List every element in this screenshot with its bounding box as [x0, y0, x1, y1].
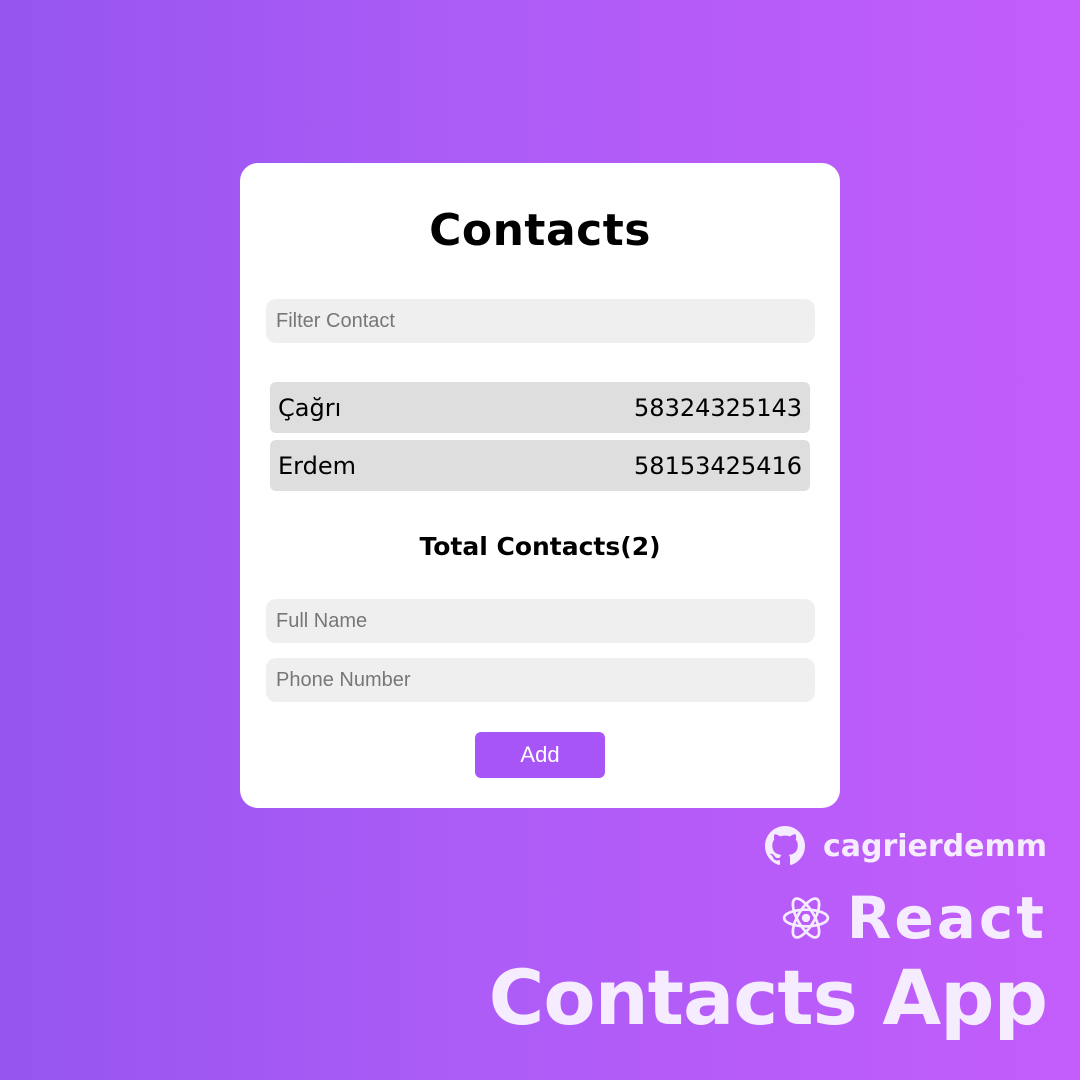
- contact-name: Erdem: [278, 451, 356, 480]
- filter-contact-input[interactable]: [266, 299, 815, 343]
- phone-number-input[interactable]: [266, 658, 815, 702]
- contact-row[interactable]: Erdem 58153425416: [270, 440, 810, 491]
- contact-row[interactable]: Çağrı 58324325143: [270, 382, 810, 433]
- page-title: Contacts: [429, 205, 651, 256]
- full-name-input[interactable]: [266, 599, 815, 643]
- framework-credit: React: [781, 884, 1047, 952]
- contact-name: Çağrı: [278, 393, 342, 422]
- total-contacts-label: Total Contacts(2): [419, 532, 661, 561]
- framework-name: React: [846, 884, 1047, 952]
- project-title: Contacts App: [488, 953, 1048, 1042]
- add-button[interactable]: Add: [475, 732, 605, 778]
- github-username: cagrierdemm: [822, 828, 1047, 864]
- contact-phone: 58153425416: [634, 451, 802, 480]
- github-icon: [764, 826, 805, 866]
- contact-phone: 58324325143: [634, 393, 802, 422]
- react-icon: [781, 893, 831, 943]
- github-credit: cagrierdemm: [764, 826, 1047, 866]
